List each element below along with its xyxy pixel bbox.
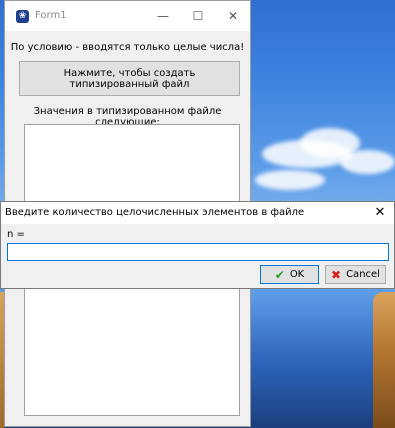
ok-button[interactable]: ✔ OK: [260, 265, 319, 284]
app-icon[interactable]: ❀: [16, 10, 29, 23]
rock-formation: [373, 292, 395, 428]
cloud: [255, 170, 325, 190]
dialog-titlebar[interactable]: Введите количество целочисленных элемент…: [1, 202, 394, 224]
dialog-title: Введите количество целочисленных элемент…: [5, 207, 305, 218]
condition-label: По условию - вводятся только целые числа…: [10, 42, 245, 53]
n-prompt-label: n =: [7, 229, 25, 240]
cancel-label: Cancel: [346, 269, 380, 280]
close-button[interactable]: ✕: [220, 7, 246, 25]
window-title: Form1: [35, 10, 67, 21]
cross-icon: ✖: [331, 267, 342, 282]
cancel-button[interactable]: ✖ Cancel: [325, 265, 386, 284]
minimize-button[interactable]: —: [150, 7, 176, 25]
n-input[interactable]: [7, 243, 389, 261]
form1-titlebar[interactable]: ❀ Form1 — ☐ ✕: [5, 1, 250, 31]
check-icon: ✔: [274, 267, 285, 282]
dialog-close-button[interactable]: ✕: [370, 204, 390, 222]
maximize-button[interactable]: ☐: [185, 7, 211, 25]
create-file-button[interactable]: Нажмите, чтобы создать типизированный фа…: [19, 61, 240, 96]
cloud: [340, 150, 395, 174]
ok-label: OK: [289, 269, 305, 280]
input-dialog: Введите количество целочисленных элемент…: [0, 201, 395, 289]
